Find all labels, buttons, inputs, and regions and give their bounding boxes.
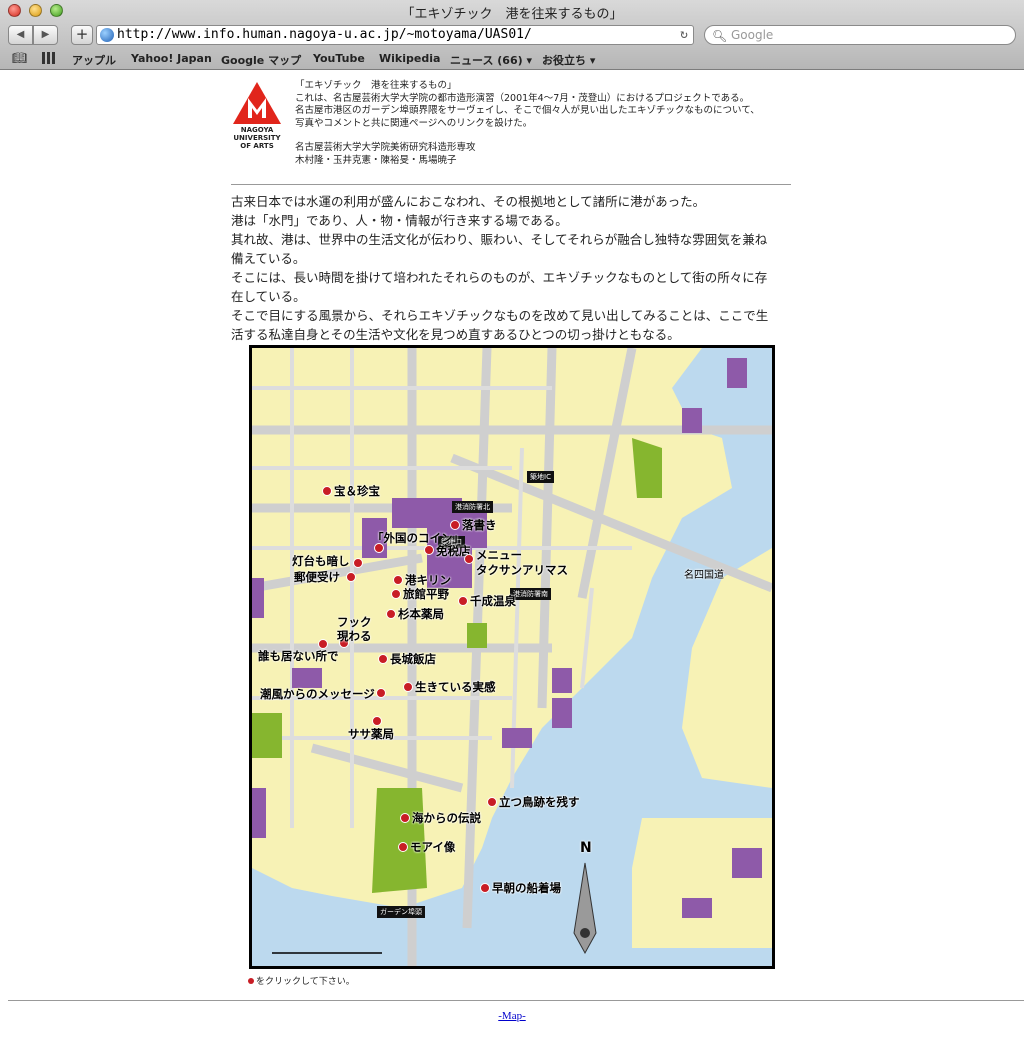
map-link[interactable]: -Map- [498, 1010, 526, 1022]
bookmarks-book-icon[interactable]: 📖︎ [12, 51, 27, 65]
caption-text: をクリックして下さい。 [256, 977, 355, 987]
map-caption: をクリックして下さい。 [248, 974, 355, 987]
map-point-bird[interactable] [487, 797, 497, 807]
map-label-nobody[interactable]: 誰も居ない所で [258, 648, 339, 664]
logo-line-2: UNIVERSITY [233, 134, 281, 142]
credit-line: 名古屋芸術大学大学院美術研究科造形専攻 [295, 142, 476, 153]
map-point-alive[interactable] [403, 682, 413, 692]
forward-button[interactable]: ▶ [33, 25, 58, 45]
map-point-ryokan[interactable] [391, 589, 401, 599]
map-label-takusan[interactable]: タクサンアリマス [476, 562, 568, 578]
map-tag-tsukiji-ic: 築地IC [527, 471, 554, 483]
back-button[interactable]: ◀ [8, 25, 33, 45]
map-label-onsen[interactable]: 千成温泉 [470, 593, 516, 609]
footer: -Map- [0, 1010, 1024, 1022]
map-label-menu[interactable]: メニュー [476, 547, 522, 563]
map-point-mailbox[interactable] [346, 572, 356, 582]
compass-north-label: N [580, 840, 592, 856]
bookmark-wikipedia[interactable]: Wikipedia [379, 52, 440, 65]
map-point-sea-legend[interactable] [400, 813, 410, 823]
map-label-takara[interactable]: 宝＆珍宝 [334, 483, 380, 499]
divider [231, 184, 791, 185]
map-label-sea-breeze[interactable]: 潮風からのメッセージ [260, 686, 375, 702]
intro-line: 写真やコメントと共に関連ページへのリンクを設けた。 [295, 117, 533, 129]
bookmarks-bar: 📖︎ アップル Yahoo! Japan Google マップ YouTube … [0, 50, 1024, 68]
bookmark-youtube[interactable]: YouTube [313, 52, 365, 65]
map-point-takara[interactable] [322, 486, 332, 496]
map-label-rakugaki[interactable]: 落書き [462, 517, 497, 533]
credit-line: 木村隆・玉井克憲・陳裕旻・馬場暁子 [295, 154, 457, 166]
logo-line-3: OF ARTS [240, 142, 274, 150]
logo-line-1: NAGOYA [240, 126, 274, 134]
map-tag-garden-pier: ガーデン埠頭 [377, 906, 425, 918]
map-label-moai[interactable]: モアイ像 [410, 839, 455, 855]
search-icon: 🔍︎ [712, 29, 728, 43]
map-label-bird[interactable]: 立つ鳥跡を残す [499, 794, 580, 810]
bookmark-useful[interactable]: お役立ち ▾ [542, 52, 595, 68]
body-line: 港は「水門」であり、人・物・情報が行き来する場である。 [231, 213, 568, 228]
add-bookmark-button[interactable]: + [71, 25, 93, 45]
top-sites-grid-icon[interactable] [42, 52, 56, 64]
map-point-menu[interactable] [464, 554, 474, 564]
body-line: そこで目にする風景から、それらエキゾチックなものを改めて見い出してみることは、こ… [231, 308, 769, 323]
body-line: 其れ故、港は、世界中の生活文化が伝わり、賑わい、そしてそれらが融合し独特な雰囲気… [231, 232, 768, 247]
map-point-moai[interactable] [398, 842, 408, 852]
map-road-meishi: 名四国道 [684, 570, 724, 581]
map-point-choujou[interactable] [378, 654, 388, 664]
bookmark-yahoo-japan[interactable]: Yahoo! Japan [131, 52, 212, 65]
map-point-sugimoto[interactable] [386, 609, 396, 619]
map-label-mailbox[interactable]: 郵便受け [294, 569, 340, 585]
map-label-appear[interactable]: 現わる [337, 628, 372, 644]
map-label-lighthouse[interactable]: 灯台も暗し [292, 553, 350, 569]
body-line: 古来日本では水運の利用が盛んにおこなわれ、その根拠地として諸所に港があった。 [231, 194, 706, 209]
map-tag-fire-station-north: 港消防署北 [452, 501, 493, 513]
map-point-rakugaki[interactable] [450, 520, 460, 530]
map-point-early-pier[interactable] [480, 883, 490, 893]
body-text: 古来日本では水運の利用が盛んにおこなわれ、その根拠地として諸所に港があった。 港… [231, 192, 793, 344]
map-label-alive[interactable]: 生きている実感 [415, 679, 496, 695]
body-line: 活する私達自身とその生活や文化を見つめ直すあるひとつの切っ掛けともなる。 [231, 327, 680, 342]
map-label-ryokan[interactable]: 旅館平野 [403, 586, 449, 602]
map-point-kirin[interactable] [393, 575, 403, 585]
map-label-early-pier[interactable]: 早朝の船着場 [492, 880, 561, 896]
bookmark-news[interactable]: ニュース (66) ▾ [450, 52, 532, 68]
url-text: http://www.info.human.nagoya-u.ac.jp/~mo… [117, 27, 532, 42]
browser-chrome: 「エキゾチック 港を往来するもの」 ◀ ▶ + http://www.info.… [0, 0, 1024, 70]
map-tag-fire-station-south: 港消防署南 [510, 588, 551, 600]
map-point-lighthouse[interactable] [353, 558, 363, 568]
address-bar[interactable]: http://www.info.human.nagoya-u.ac.jp/~mo… [96, 25, 694, 45]
university-logo: NAGOYA UNIVERSITY OF ARTS [231, 80, 283, 150]
window-title: 「エキゾチック 港を往来するもの」 [401, 7, 623, 22]
body-line: 備えている。 [231, 251, 306, 266]
map-label-sasa[interactable]: ササ薬局 [348, 726, 394, 742]
logo-mark-icon [233, 82, 281, 124]
body-line: 在している。 [231, 289, 306, 304]
intro-title: 「エキゾチック 港を往来するもの」 [295, 80, 457, 91]
red-dot-icon [248, 978, 254, 984]
map-point-sea-breeze[interactable] [376, 688, 386, 698]
map-label-sea-legend[interactable]: 海からの伝説 [412, 810, 481, 826]
intro-line: 名古屋市港区のガーデン埠頭界隈をサーヴェイし、そこで個々人が見い出したエキゾチッ… [295, 105, 760, 116]
globe-icon [100, 28, 114, 42]
footer-divider [8, 1000, 1024, 1001]
map-point-sasa[interactable] [372, 716, 382, 726]
bookmark-google-maps[interactable]: Google マップ [221, 52, 301, 68]
search-input[interactable]: 🔍︎ Google [704, 25, 1016, 45]
bookmark-apple[interactable]: アップル [72, 52, 116, 68]
map-label-sugimoto[interactable]: 杉本薬局 [398, 606, 444, 622]
body-line: そこには、長い時間を掛けて培われたそれらのものが、エキゾチックなものとして街の所… [231, 270, 768, 285]
reload-icon[interactable]: ↻ [680, 26, 688, 44]
map-point-onsen[interactable] [458, 596, 468, 606]
intro-line: これは、名古屋芸術大学大学院の都市造形演習（2001年4〜7月・茂登山）における… [295, 92, 750, 104]
harbor-map: 築地IC 港消防署北 築地口 港消防署南 ガーデン埠頭 名四国道 N 宝＆珍宝 … [249, 345, 775, 969]
map-point-duty-free[interactable] [424, 545, 434, 555]
map-label-choujou[interactable]: 長城飯店 [390, 651, 436, 667]
search-placeholder: Google [731, 28, 774, 42]
intro-block: 「エキゾチック 港を往来するもの」 これは、名古屋芸術大学大学院の都市造形演習（… [295, 80, 795, 167]
